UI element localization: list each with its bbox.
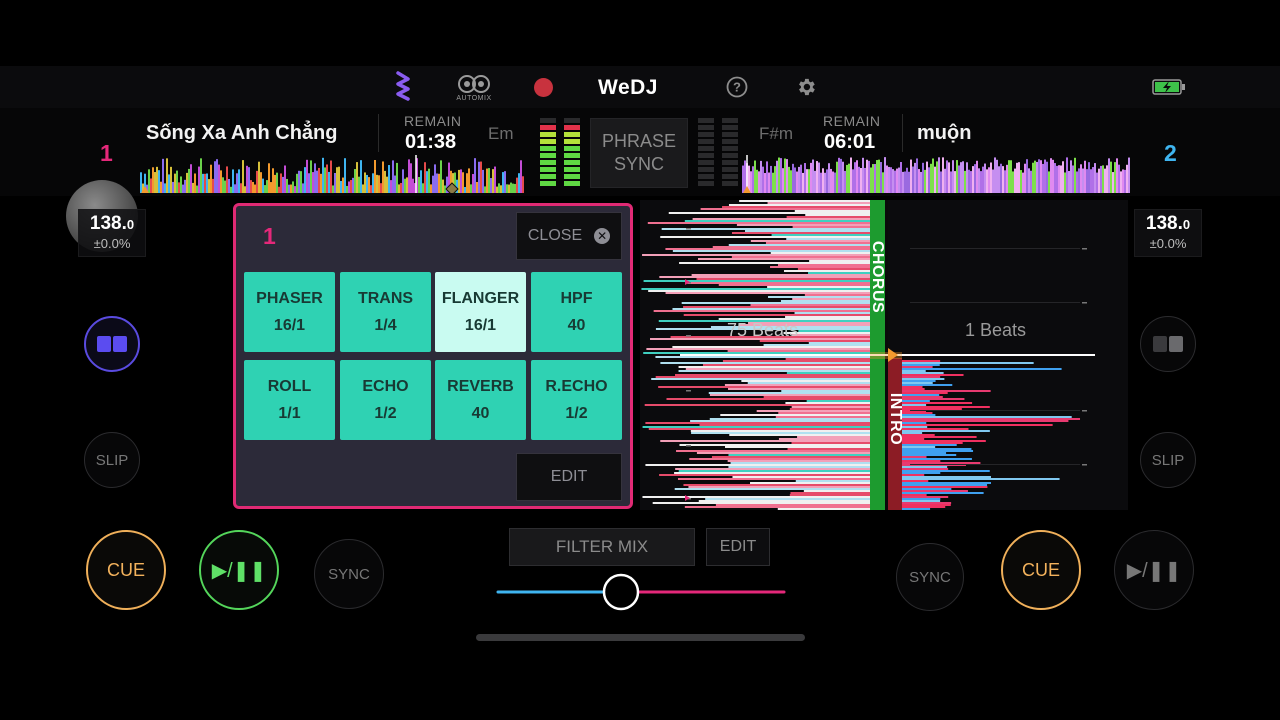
- automix-button[interactable]: AUTOMIX: [454, 72, 494, 104]
- deck2-phrase-label: INTRO: [887, 392, 904, 446]
- fx-pad-name: ECHO: [362, 378, 409, 395]
- fx-pad-name: REVERB: [447, 378, 514, 395]
- fx-pad-trans[interactable]: TRANS 1/4: [340, 272, 431, 352]
- automix-label: AUTOMIX: [456, 95, 492, 102]
- automix-icon: [458, 75, 490, 93]
- waveform-icon[interactable]: [390, 70, 416, 104]
- deck1-track-title[interactable]: Sống Xa Anh Chẳng: [146, 122, 337, 145]
- deck1-remain-time: 01:38: [405, 131, 457, 153]
- deck1-slip-button[interactable]: SLIP: [84, 432, 140, 488]
- pad-mode-icon: [1153, 336, 1183, 352]
- deck2-play-pause-button[interactable]: ▶/❚❚: [1114, 530, 1194, 610]
- fx-panel-deck-number: 1: [263, 223, 276, 249]
- phrase-sync-line1: PHRASE: [601, 131, 677, 151]
- filter-mix-edit-button[interactable]: EDIT: [706, 528, 770, 566]
- brand-logo: WeDJ: [598, 76, 658, 99]
- deck2-beat-countdown: 1 Beats: [965, 320, 1027, 340]
- fx-pad-name: TRANS: [357, 290, 414, 307]
- fx-pad-name: R.ECHO: [545, 378, 608, 395]
- deck1-cue-button[interactable]: CUE: [86, 530, 166, 610]
- deck2-track-title[interactable]: muộn: [917, 122, 971, 145]
- fx-pad-value: 16/1: [273, 317, 306, 334]
- deck1-bpm: 138.: [89, 213, 127, 234]
- deck1-key: Em: [488, 124, 514, 143]
- fx-pad-name: PHASER: [256, 290, 323, 307]
- fx-pad-roll[interactable]: ROLL 1/1: [244, 360, 335, 440]
- fx-pad-value: 16/1: [464, 317, 497, 334]
- deck1-sync-button[interactable]: SYNC: [314, 539, 384, 609]
- divider: [378, 114, 379, 152]
- help-button[interactable]: ?: [726, 76, 748, 98]
- deck1-remain-label: REMAIN: [404, 113, 462, 129]
- deck2-bpm: 138.: [1145, 213, 1183, 234]
- deck1-pitch: ±0.0%: [93, 236, 131, 251]
- deck2-number: 2: [1164, 140, 1177, 166]
- deck2-remain-label: REMAIN: [823, 113, 881, 129]
- deck2-bpm-decimal: 0: [1182, 217, 1191, 232]
- crossfader-knob[interactable]: [602, 573, 640, 611]
- deck2-key: F#m: [759, 124, 793, 143]
- deck2-overview-waveform[interactable]: [742, 155, 1132, 193]
- fx-pad-value: 40: [471, 405, 490, 422]
- deck2-sync-button[interactable]: SYNC: [896, 543, 964, 611]
- fx-pad-name: FLANGER: [441, 290, 520, 307]
- deck1-phrase-label: CHORUS: [869, 240, 886, 314]
- deck2-bpm-display[interactable]: 138.0 ±0.0%: [1134, 209, 1202, 257]
- fx-pad-value: 1/2: [565, 405, 588, 422]
- fx-pad-hpf[interactable]: HPF 40: [531, 272, 622, 352]
- fx-pad-r-echo[interactable]: R.ECHO 1/2: [531, 360, 622, 440]
- level-meter-deck2: [698, 118, 738, 186]
- svg-text:?: ?: [733, 80, 741, 95]
- home-indicator: [476, 634, 805, 641]
- phrase-sync-line2: SYNC: [613, 154, 664, 174]
- phrase-sync-button[interactable]: PHRASE SYNC: [590, 118, 688, 188]
- deck1-bpm-display[interactable]: 138.0 ±0.0%: [78, 209, 146, 257]
- deck2-pitch: ±0.0%: [1149, 236, 1187, 251]
- fx-pad-phaser[interactable]: PHASER 16/1: [244, 272, 335, 352]
- deck1-number: 1: [100, 140, 113, 166]
- deck2-cue-button[interactable]: CUE: [1001, 530, 1081, 610]
- fx-pad-name: HPF: [560, 290, 593, 307]
- gear-icon: [799, 78, 815, 96]
- fx-pad-echo[interactable]: ECHO 1/2: [340, 360, 431, 440]
- pad-mode-icon: [97, 336, 127, 352]
- deck2-pad-mode-button[interactable]: [1140, 316, 1196, 372]
- fx-pad-value: 1/2: [374, 405, 397, 422]
- settings-button[interactable]: [795, 76, 817, 98]
- help-icon: ?: [726, 76, 748, 98]
- record-button[interactable]: [532, 76, 554, 98]
- fx-close-button[interactable]: CLOSE ✕: [516, 212, 622, 260]
- deck2-slip-button[interactable]: SLIP: [1140, 432, 1196, 488]
- divider: [902, 114, 903, 152]
- crossfader[interactable]: [494, 572, 788, 614]
- deck2-remain-time: 06:01: [824, 131, 876, 153]
- level-meter: [540, 118, 580, 186]
- fx-edit-button[interactable]: EDIT: [516, 453, 622, 501]
- deck1-play-pause-button[interactable]: ▶/❚❚: [199, 530, 279, 610]
- deck1-overview-waveform[interactable]: [140, 155, 528, 193]
- battery-charging-icon: [1152, 78, 1186, 96]
- fx-pad-reverb[interactable]: REVERB 40: [435, 360, 526, 440]
- fx-pad-name: ROLL: [267, 378, 312, 395]
- record-icon: [533, 77, 553, 97]
- filter-mix-button[interactable]: FILTER MIX: [509, 528, 695, 566]
- fx-pad-value: 1/4: [374, 317, 397, 334]
- fx-pad-value: 40: [567, 317, 586, 334]
- deck1-beat-countdown: 75 Beats: [727, 320, 799, 340]
- fx-pad-flanger[interactable]: FLANGER 16/1: [435, 272, 526, 352]
- fx-close-label: CLOSE: [527, 227, 583, 244]
- deck1-bpm-decimal: 0: [126, 217, 135, 232]
- fx-pad-value: 1/1: [278, 405, 301, 422]
- deck1-pad-mode-button[interactable]: [84, 316, 140, 372]
- close-icon: ✕: [594, 228, 611, 244]
